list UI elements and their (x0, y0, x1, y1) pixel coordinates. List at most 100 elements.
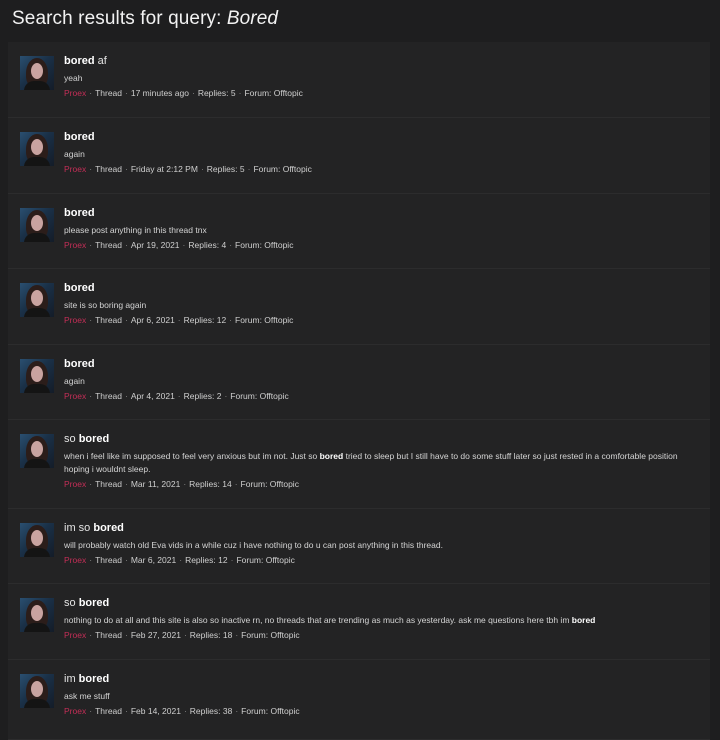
author-link[interactable]: Proex (64, 706, 86, 716)
thread-title-link[interactable]: so bored (64, 432, 700, 446)
meta-separator: · (125, 240, 128, 250)
snippet-pre: will probably watch old Eva vids in a wh… (64, 540, 443, 550)
thread-meta: Proex · Thread · 17 minutes ago · Replies: 5 · F… (64, 87, 700, 99)
avatar-body (24, 459, 50, 468)
thread-meta: Proex · Thread · Apr 19, 2021 · Replies: 4 · For… (64, 239, 700, 251)
thread-title-highlight: bored (64, 358, 95, 370)
meta-separator: · (183, 706, 187, 716)
author-link[interactable]: Proex (64, 630, 86, 640)
thread-title-highlight: bored (64, 55, 95, 67)
forum-link[interactable]: Forum: Offtopic (241, 630, 299, 640)
thread-title-link[interactable]: bored (64, 130, 700, 144)
meta-separator: · (238, 88, 242, 98)
post-date: Feb 27, 2021 (130, 630, 181, 640)
post-date: Apr 19, 2021 (130, 240, 180, 250)
forum-link[interactable]: Forum: Offtopic (244, 88, 302, 98)
avatar-face (31, 139, 43, 155)
post-date: Friday at 2:12 PM (130, 164, 198, 174)
thread-snippet: ask me stuff (64, 690, 700, 703)
thread-snippet: when i feel like im supposed to feel ver… (64, 450, 700, 476)
post-date: 17 minutes ago (130, 88, 189, 98)
thread-meta: Proex · Thread · Apr 6, 2021 · Replies: 12 · For… (64, 314, 700, 326)
forum-link[interactable]: Forum: Offtopic (235, 315, 293, 325)
thread-title-link[interactable]: im bored (64, 672, 700, 686)
avatar-body (24, 623, 50, 632)
meta-separator: · (125, 88, 128, 98)
reply-count: Replies: 12 (185, 555, 228, 565)
page-title: Search results for query: Bored (12, 8, 278, 30)
thread-meta: Proex · Thread · Apr 4, 2021 · Replies: 2 · Foru… (64, 390, 700, 402)
meta-separator: · (125, 479, 128, 489)
avatar-body (24, 699, 50, 708)
snippet-pre: yeah (64, 73, 83, 83)
thread-title-link[interactable]: bored (64, 357, 700, 371)
thread-title-highlight: bored (93, 522, 124, 534)
user-avatar[interactable] (20, 208, 54, 242)
thread-title-highlight: bored (64, 131, 95, 143)
avatar-face (31, 290, 43, 306)
meta-separator: · (125, 164, 128, 174)
meta-separator: · (229, 240, 233, 250)
snippet-pre: when i feel like im supposed to feel ver… (64, 451, 320, 461)
thread-title-link[interactable]: bored (64, 206, 700, 220)
meta-separator: · (89, 88, 93, 98)
post-date: Feb 14, 2021 (130, 706, 181, 716)
user-avatar[interactable] (20, 56, 54, 90)
forum-link[interactable]: Forum: Offtopic (235, 240, 293, 250)
reply-count: Replies: 14 (189, 479, 232, 489)
forum-link[interactable]: Forum: Offtopic (253, 164, 311, 174)
author-link[interactable]: Proex (64, 315, 86, 325)
forum-link[interactable]: Forum: Offtopic (241, 706, 299, 716)
snippet-pre: please post anything in this thread tnx (64, 225, 207, 235)
user-avatar[interactable] (20, 359, 54, 393)
author-link[interactable]: Proex (64, 164, 86, 174)
avatar-body (24, 233, 50, 242)
forum-link[interactable]: Forum: Offtopic (230, 391, 288, 401)
search-query: Bored (226, 8, 279, 29)
thread-title-highlight: bored (64, 282, 95, 294)
meta-separator: · (177, 315, 181, 325)
thread-title-link[interactable]: bored af (64, 54, 700, 68)
user-avatar[interactable] (20, 132, 54, 166)
user-avatar[interactable] (20, 674, 54, 708)
user-avatar[interactable] (20, 523, 54, 557)
search-results-list: bored af yeah Proex · Thread · 17 minutes ag… (8, 42, 710, 740)
thread-title-link[interactable]: im so bored (64, 521, 700, 535)
content-type: Thread (95, 479, 122, 489)
thread-title-highlight: bored (64, 207, 95, 219)
meta-separator: · (182, 240, 186, 250)
meta-separator: · (230, 555, 234, 565)
avatar-body (24, 548, 50, 557)
thread-title-pre: im (64, 673, 79, 685)
thread-title-link[interactable]: bored (64, 281, 700, 295)
forum-link[interactable]: Forum: Offtopic (236, 555, 294, 565)
author-link[interactable]: Proex (64, 479, 86, 489)
content-type: Thread (95, 315, 122, 325)
post-date: Mar 6, 2021 (130, 555, 177, 565)
search-result-item: im so bored will probably watch old Eva … (8, 509, 710, 584)
snippet-pre: site is so boring again (64, 300, 147, 310)
thread-title-link[interactable]: so bored (64, 596, 700, 610)
thread-snippet: yeah (64, 72, 700, 85)
author-link[interactable]: Proex (64, 555, 86, 565)
search-result-item: bored again Proex · Thread · Apr 4, 2021 · Rep… (8, 345, 710, 420)
meta-separator: · (179, 555, 183, 565)
thread-meta: Proex · Thread · Mar 11, 2021 · Replies: 14 · Fo… (64, 478, 700, 490)
author-link[interactable]: Proex (64, 88, 86, 98)
meta-separator: · (125, 630, 128, 640)
thread-snippet: again (64, 148, 700, 161)
author-link[interactable]: Proex (64, 240, 86, 250)
user-avatar[interactable] (20, 434, 54, 468)
thread-snippet: please post anything in this thread tnx (64, 224, 700, 237)
forum-link[interactable]: Forum: Offtopic (241, 479, 299, 489)
avatar-face (31, 366, 43, 382)
meta-separator: · (125, 315, 128, 325)
user-avatar[interactable] (20, 283, 54, 317)
post-date: Apr 6, 2021 (130, 315, 175, 325)
snippet-pre: again (64, 376, 85, 386)
author-link[interactable]: Proex (64, 391, 86, 401)
user-avatar[interactable] (20, 598, 54, 632)
snippet-pre: ask me stuff (64, 691, 110, 701)
search-result-item: bored site is so boring again Proex · Thre… (8, 269, 710, 345)
thread-title-highlight: bored (78, 597, 110, 609)
